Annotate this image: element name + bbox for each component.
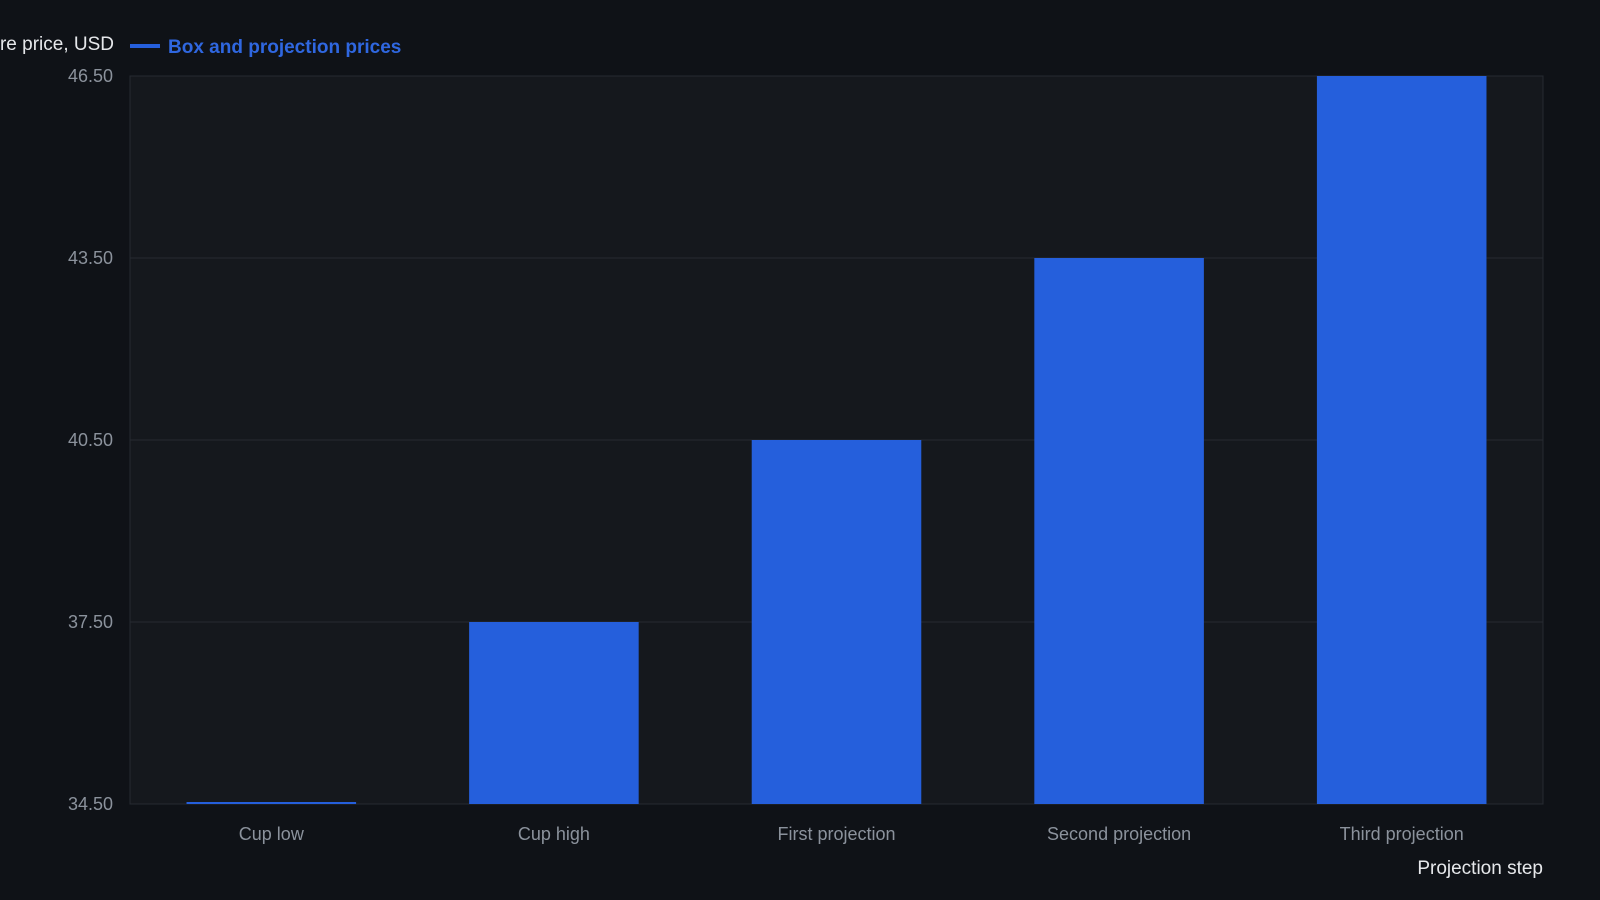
bar[interactable]: [1316, 76, 1487, 804]
y-tick-label: 40.50: [68, 430, 113, 450]
x-axis-ticks: Cup low Cup high First projection Second pr…: [239, 824, 1464, 844]
y-axis-title: re price, USD: [0, 34, 114, 55]
x-axis-title: Projection step: [1417, 858, 1543, 879]
y-tick-label: 46.50: [68, 66, 113, 86]
legend-label[interactable]: Box and projection prices: [168, 37, 401, 58]
legend-swatch: [130, 44, 160, 48]
y-tick-label: 34.50: [68, 794, 113, 814]
bar[interactable]: [751, 440, 922, 804]
x-tick-label: Cup high: [518, 824, 590, 844]
x-tick-label: Second projection: [1047, 824, 1191, 844]
bar[interactable]: [186, 802, 357, 804]
bar[interactable]: [1034, 258, 1204, 804]
legend[interactable]: Box and projection prices: [130, 37, 401, 58]
y-axis-ticks: 34.50 37.50 40.50 43.50 46.50: [68, 66, 113, 814]
y-tick-label: 37.50: [68, 612, 113, 632]
x-tick-label: Third projection: [1340, 824, 1464, 844]
x-tick-label: Cup low: [239, 824, 305, 844]
y-tick-label: 43.50: [68, 248, 113, 268]
bar-chart: 34.50 37.50 40.50 43.50 46.50 Cup low Cup hig…: [0, 34, 1544, 879]
bar[interactable]: [469, 622, 639, 804]
x-tick-label: First projection: [777, 824, 895, 844]
